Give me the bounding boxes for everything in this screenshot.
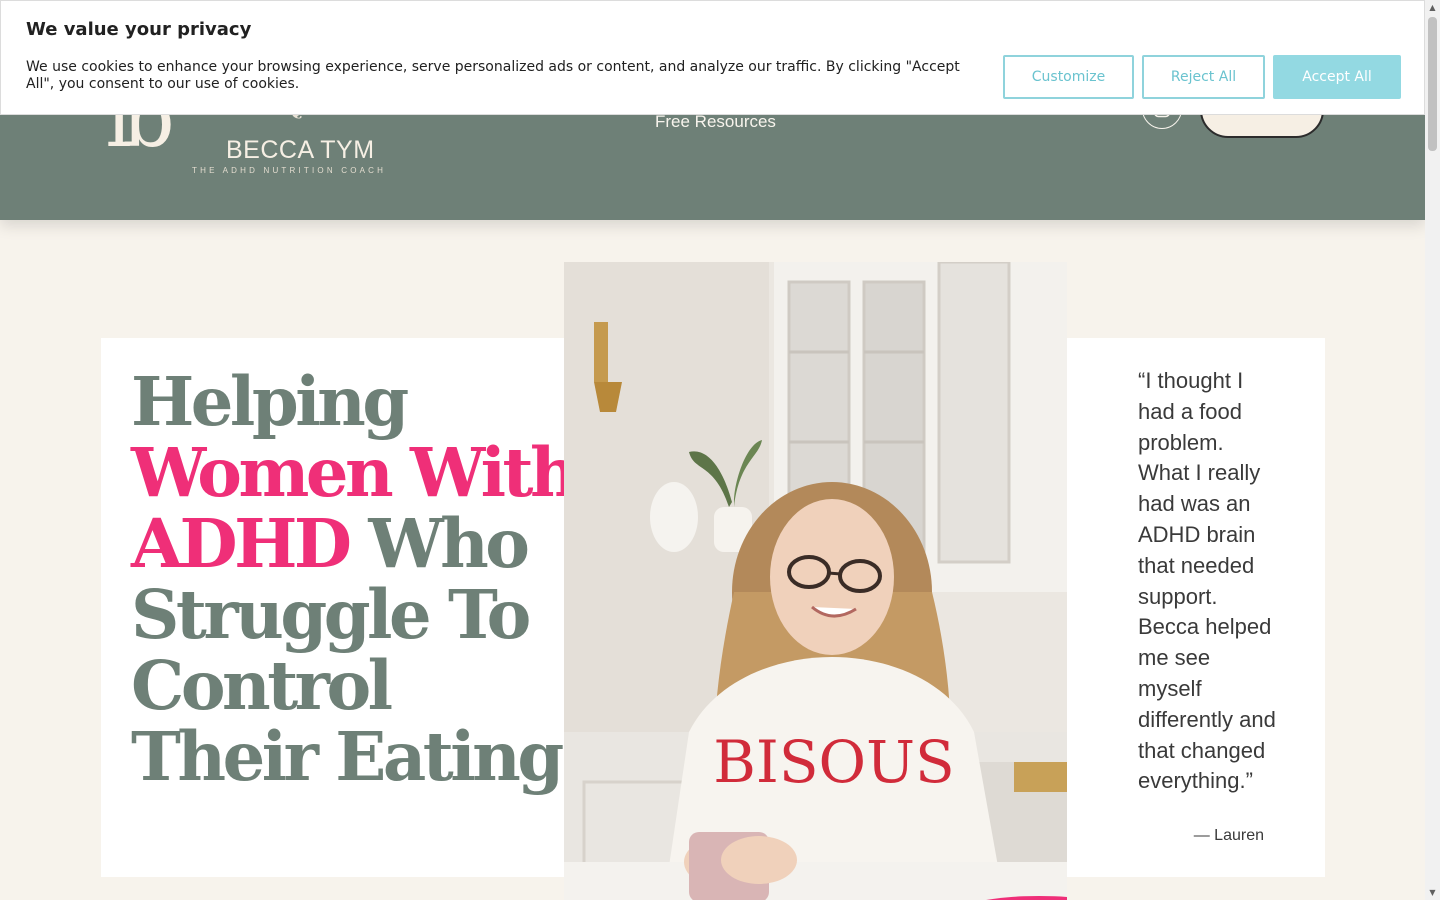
nav-free-resources[interactable]: Free Resources: [655, 112, 776, 132]
hero-headline: Helping Women With ADHD Who Struggle To …: [131, 366, 591, 792]
testimonial-card: “I thought I had a food problem. What I …: [1067, 338, 1325, 877]
scroll-down-icon[interactable]: ▼: [1425, 885, 1440, 900]
page-scrollbar[interactable]: ▲ ▼: [1425, 0, 1440, 900]
scroll-up-icon[interactable]: ▲: [1425, 0, 1440, 15]
accept-all-button[interactable]: Accept All: [1273, 55, 1401, 99]
reject-all-button[interactable]: Reject All: [1142, 55, 1265, 99]
cookie-banner: We value your privacy We use cookies to …: [0, 0, 1425, 115]
cookie-text: We use cookies to enhance your browsing …: [26, 59, 960, 92]
customize-button[interactable]: Customize: [1003, 55, 1134, 99]
logo-name: BECCA TYM: [226, 136, 375, 164]
testimonial-quote: “I thought I had a food problem. What I …: [1138, 368, 1276, 794]
scrollbar-thumb[interactable]: [1428, 17, 1437, 151]
shirt-text: BISOUS: [713, 728, 954, 796]
headline-line1: Helping: [131, 362, 409, 441]
hero-headline-card: Helping Women With ADHD Who Struggle To …: [101, 338, 604, 877]
coach-portrait-image: BISOUS: [564, 262, 1067, 900]
hero-photo: BISOUS: [564, 262, 1067, 900]
logo-tagline: THE ADHD NUTRITION COACH: [192, 166, 387, 175]
testimonial-author: — Lauren: [1193, 827, 1264, 844]
cookie-title: We value your privacy: [26, 19, 252, 40]
